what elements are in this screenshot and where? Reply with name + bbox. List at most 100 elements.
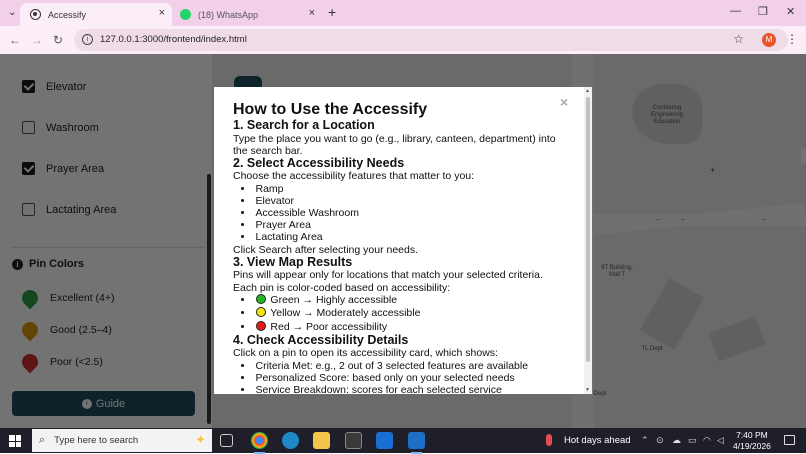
forward-icon[interactable]: → bbox=[31, 33, 43, 47]
scroll-down-icon[interactable]: ▼ bbox=[585, 387, 590, 393]
profile-avatar[interactable]: M bbox=[762, 33, 776, 47]
tab-accessify[interactable]: Accessify × bbox=[20, 3, 172, 26]
tab-search-dropdown[interactable]: ⌄ bbox=[8, 7, 16, 18]
list-item: Yellow → Moderately accessible bbox=[241, 307, 573, 320]
wifi-icon[interactable]: ◠ bbox=[703, 435, 711, 446]
store-icon[interactable] bbox=[345, 432, 362, 449]
step-2-after: Click Search after selecting your needs. bbox=[233, 243, 419, 256]
vscode-icon[interactable] bbox=[408, 432, 425, 454]
close-window-icon[interactable]: ✕ bbox=[786, 5, 795, 18]
list-item: Ramp bbox=[241, 183, 573, 195]
color-list: Green → Highly accessible Yellow → Moder… bbox=[233, 293, 573, 334]
step-3-text-2: Each pin is color-coded based on accessi… bbox=[233, 281, 451, 294]
chrome-icon[interactable] bbox=[251, 432, 268, 454]
cloud-icon[interactable]: ☁ bbox=[672, 435, 681, 446]
whatsapp-icon bbox=[180, 9, 191, 20]
search-highlight-icon: ✦ bbox=[195, 432, 206, 447]
step-3-text-1: Pins will appear only for locations that… bbox=[233, 269, 543, 282]
checkbox[interactable] bbox=[22, 121, 35, 134]
back-icon[interactable]: ← bbox=[9, 33, 21, 47]
pin-red-icon bbox=[18, 350, 42, 374]
list-item: Prayer Area bbox=[241, 219, 573, 231]
scroll-up-icon[interactable]: ▲ bbox=[585, 88, 590, 94]
minimize-icon[interactable]: — bbox=[730, 5, 741, 17]
new-tab-button[interactable]: + bbox=[328, 4, 336, 20]
map-edge-control[interactable] bbox=[801, 149, 806, 163]
menu-kebab-icon[interactable]: ⋮ bbox=[786, 32, 798, 46]
outlook-icon[interactable] bbox=[376, 432, 393, 449]
close-tab-icon[interactable]: × bbox=[159, 7, 165, 19]
search-icon: ⌕ bbox=[39, 434, 46, 446]
list-item: Criteria Met: e.g., 2 out of 3 selected … bbox=[241, 360, 573, 372]
step-1-heading: 1. Search for a Location bbox=[233, 118, 375, 132]
details-list: Criteria Met: e.g., 2 out of 3 selected … bbox=[233, 360, 573, 394]
list-item: Lactating Area bbox=[241, 231, 573, 243]
taskbar-search[interactable]: ⌕ Type here to search ✦ bbox=[32, 429, 212, 452]
guide-button[interactable]: i Guide bbox=[12, 391, 195, 416]
url-bar[interactable]: i 127.0.0.1:3000/frontend/index.html ☆ M bbox=[74, 29, 788, 51]
map-label: IIT Building, Mall T bbox=[601, 265, 633, 278]
filter-washroom[interactable]: Washroom bbox=[22, 121, 99, 134]
accessibility-icon bbox=[30, 9, 41, 20]
weather-widget[interactable]: Hot days ahead bbox=[546, 434, 631, 446]
reload-icon[interactable]: ↻ bbox=[53, 33, 63, 47]
tab-title: Accessify bbox=[48, 9, 87, 20]
filter-label: Lactating Area bbox=[46, 203, 117, 216]
filter-elevator[interactable]: Elevator bbox=[22, 80, 86, 93]
modal-scrollbar[interactable]: ▲ ▼ bbox=[584, 87, 592, 394]
filter-label: Elevator bbox=[46, 80, 87, 93]
list-item: Accessible Washroom bbox=[241, 207, 573, 219]
step-2-heading: 2. Select Accessibility Needs bbox=[233, 155, 405, 170]
red-circle-icon bbox=[255, 320, 266, 331]
notification-icon[interactable] bbox=[784, 435, 795, 445]
guide-modal: × How to Use the Accessify 1. Search for… bbox=[214, 87, 592, 394]
restore-icon[interactable]: ❐ bbox=[758, 5, 768, 18]
close-tab-icon[interactable]: × bbox=[309, 7, 315, 19]
scrollbar-thumb[interactable] bbox=[586, 97, 590, 362]
step-2-text: Choose the accessibility features that m… bbox=[233, 170, 475, 183]
map-label: TL Dept bbox=[641, 346, 663, 352]
step-1-text: Type the place you want to go (e.g., lib… bbox=[233, 132, 556, 157]
legend-poor: Poor (<2.5) bbox=[18, 350, 103, 374]
step-4-heading: 4. Check Accessibility Details bbox=[233, 332, 409, 347]
map-label: Continuing Engineering Education bbox=[650, 105, 684, 125]
site-info-icon[interactable]: i bbox=[82, 34, 93, 45]
filter-label: Prayer Area bbox=[46, 162, 105, 175]
bookmark-star-icon[interactable]: ☆ bbox=[733, 32, 744, 46]
filter-prayer-area[interactable]: Prayer Area bbox=[22, 162, 104, 175]
list-item: Personalized Score: based only on your s… bbox=[241, 372, 573, 384]
windows-start-icon[interactable] bbox=[9, 435, 21, 447]
sidebar: Elevator Washroom Prayer Area Lactating … bbox=[0, 54, 212, 428]
volume-icon[interactable]: ◁ bbox=[717, 435, 724, 446]
url-text: 127.0.0.1:3000/frontend/index.html bbox=[100, 34, 247, 45]
battery-icon[interactable]: ▭ bbox=[688, 435, 697, 446]
edge-icon[interactable] bbox=[282, 432, 299, 449]
guide-content: How to Use the Accessify 1. Search for a… bbox=[233, 100, 573, 394]
address-bar-row: ← → ↻ i 127.0.0.1:3000/frontend/index.ht… bbox=[0, 26, 806, 54]
needs-list: Ramp Elevator Accessible Washroom Prayer… bbox=[233, 183, 573, 244]
checkbox[interactable] bbox=[22, 162, 35, 175]
sidebar-scrollbar[interactable] bbox=[207, 174, 211, 424]
yellow-circle-icon bbox=[255, 307, 266, 318]
file-explorer-icon[interactable] bbox=[313, 432, 330, 449]
list-item: Green → Highly accessible bbox=[241, 293, 573, 307]
pin-yellow-icon bbox=[18, 318, 42, 342]
windows-taskbar: ⌕ Type here to search ✦ Hot days ahead ⌃… bbox=[0, 428, 806, 454]
step-4-text: Click on a pin to open its accessibility… bbox=[233, 347, 498, 360]
checkbox[interactable] bbox=[22, 80, 35, 93]
list-item: Elevator bbox=[241, 195, 573, 207]
pin-colors-heading: i Pin Colors bbox=[12, 258, 84, 270]
task-view-icon[interactable] bbox=[220, 434, 233, 447]
filter-lactating-area[interactable]: Lactating Area bbox=[22, 203, 116, 216]
tab-whatsapp[interactable]: (18) WhatsApp × bbox=[172, 3, 322, 26]
tray-chevron-icon[interactable]: ⌃ bbox=[641, 435, 649, 446]
checkbox[interactable] bbox=[22, 203, 35, 216]
network-icon[interactable]: ⊙ bbox=[656, 435, 664, 446]
thermometer-icon bbox=[546, 434, 552, 446]
tab-bar: ⌄ Accessify × (18) WhatsApp × + — ❐ ✕ bbox=[0, 0, 806, 26]
legend-good: Good (2.5–4) bbox=[18, 318, 112, 342]
info-icon: i bbox=[81, 398, 92, 409]
info-icon: i bbox=[12, 258, 23, 270]
modal-title: How to Use the Accessify bbox=[233, 101, 428, 118]
clock[interactable]: 7:40 PM 4/19/2026 bbox=[733, 430, 771, 451]
